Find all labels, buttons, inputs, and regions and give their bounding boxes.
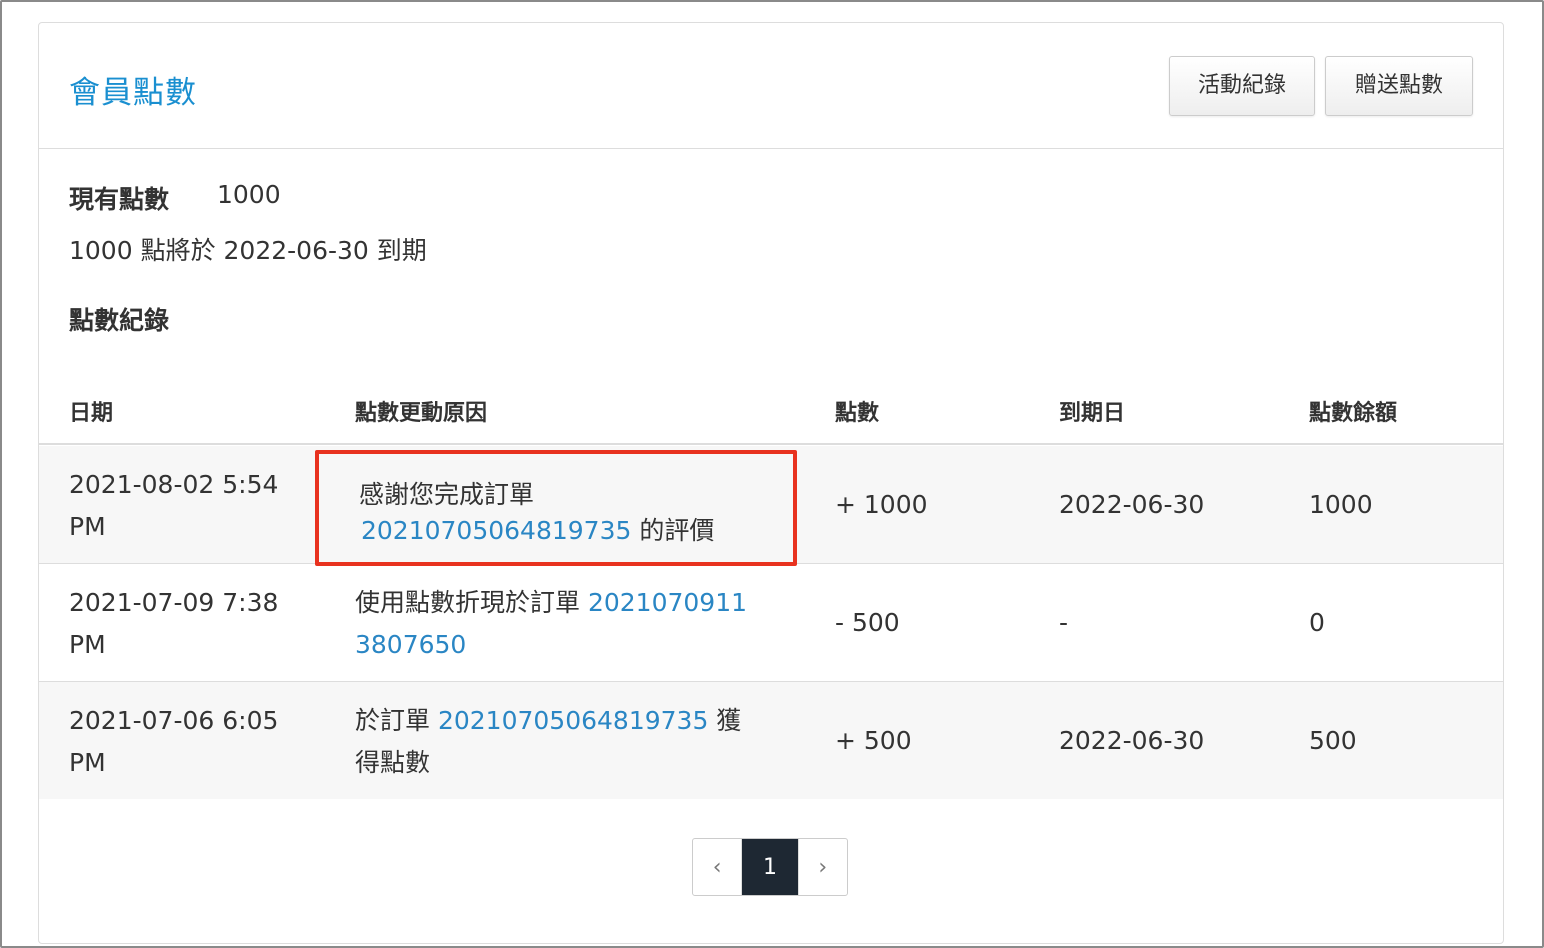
column-header-date: 日期 (69, 401, 114, 426)
row-balance: 0 (1309, 608, 1325, 637)
panel-header: 會員點數 活動紀錄 贈送點數 (39, 23, 1503, 149)
row-expiry: 2022-06-30 (1059, 726, 1205, 755)
page-title: 會員點數 (69, 75, 197, 111)
gift-points-button[interactable]: 贈送點數 (1325, 56, 1473, 116)
next-page-button[interactable]: › (797, 839, 847, 895)
row-expiry: - (1059, 608, 1069, 637)
prev-page-button[interactable]: ‹ (693, 839, 743, 895)
highlight-annotation-box (315, 450, 797, 566)
order-link[interactable]: 20210705064819735 (438, 706, 708, 735)
order-link[interactable]: 2021070911 (588, 588, 747, 617)
row-reason: 於訂單 20210705064819735 獲 得點數 (355, 706, 742, 777)
row-points: - 500 (835, 608, 900, 637)
column-header-balance: 點數餘額 (1309, 401, 1398, 426)
table-row: 2021-07-06 6:05 PM 於訂單 20210705064819735… (39, 682, 1503, 799)
member-points-panel: 會員點數 活動紀錄 贈送點數 現有點數 1000 1000 點將於 2022-0… (38, 22, 1504, 944)
row-balance: 500 (1309, 726, 1357, 755)
table-row: 2021-07-09 7:38 PM 使用點數折現於訂單 2021070911 … (39, 564, 1503, 682)
row-points: + 500 (835, 726, 912, 755)
current-page-button[interactable]: 1 (742, 839, 798, 895)
column-header-reason: 點數更動原因 (355, 401, 488, 426)
table-header: 日期 點數更動原因 點數 到期日 點數餘額 (39, 389, 1503, 445)
activity-log-button[interactable]: 活動紀錄 (1169, 56, 1315, 116)
column-header-expiry: 到期日 (1059, 401, 1126, 426)
row-date: 2021-07-06 6:05 PM (69, 706, 279, 777)
row-expiry: 2022-06-30 (1059, 490, 1205, 519)
row-date: 2021-08-02 5:54 PM (69, 470, 279, 541)
row-points: + 1000 (835, 490, 928, 519)
current-points-label: 現有點數 (69, 185, 170, 214)
expiry-note: 1000 點將於 2022-06-30 到期 (69, 236, 427, 265)
current-points-value: 1000 (217, 180, 281, 209)
order-link-continued[interactable]: 3807650 (355, 630, 466, 659)
row-balance: 1000 (1309, 490, 1373, 519)
column-header-points: 點數 (835, 401, 880, 426)
row-date: 2021-07-09 7:38 PM (69, 588, 279, 659)
row-reason: 使用點數折現於訂單 2021070911 3807650 (355, 588, 748, 659)
pagination: ‹ 1 › (692, 838, 848, 896)
points-records-heading: 點數紀錄 (69, 306, 170, 335)
